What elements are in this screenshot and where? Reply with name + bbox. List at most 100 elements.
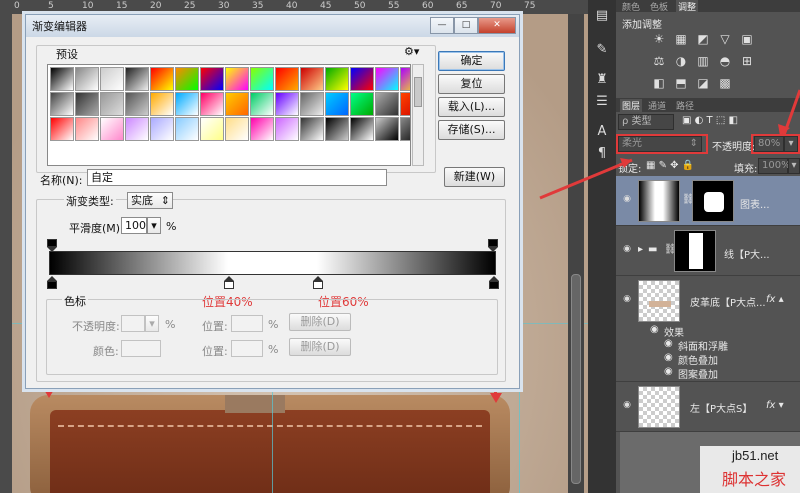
preset-swatches[interactable] bbox=[47, 64, 411, 166]
preset-swatch[interactable] bbox=[325, 117, 349, 141]
eye-icon[interactable]: ◉ bbox=[620, 244, 634, 258]
tab-swatches[interactable]: 色板 bbox=[650, 0, 668, 13]
preset-swatch[interactable] bbox=[275, 67, 299, 91]
maximize-button[interactable]: □ bbox=[454, 17, 478, 34]
effect-item[interactable]: 斜面和浮雕 bbox=[678, 338, 728, 353]
effect-item[interactable]: 图案叠加 bbox=[678, 366, 718, 381]
name-field[interactable]: 自定 bbox=[87, 169, 387, 186]
preset-swatch[interactable] bbox=[175, 92, 199, 116]
preset-swatch[interactable] bbox=[325, 92, 349, 116]
preset-swatch[interactable] bbox=[325, 67, 349, 91]
layer-row[interactable]: ◉ 皮革底【P大点... fx ▴ ◉ 效果 ◉ 斜面和浮雕 ◉ 颜色叠加 ◉ … bbox=[616, 276, 800, 382]
eye-icon[interactable]: ◉ bbox=[620, 400, 634, 414]
color-swatch[interactable] bbox=[121, 340, 161, 357]
preset-swatch[interactable] bbox=[400, 117, 410, 141]
preset-swatch[interactable] bbox=[50, 67, 74, 91]
preset-swatch[interactable] bbox=[250, 67, 274, 91]
color-location-field[interactable] bbox=[231, 340, 263, 357]
preset-swatch[interactable] bbox=[350, 117, 374, 141]
preset-swatch[interactable] bbox=[275, 117, 299, 141]
preset-swatch[interactable] bbox=[125, 117, 149, 141]
preset-swatch[interactable] bbox=[300, 92, 324, 116]
presets-scroll-thumb[interactable] bbox=[414, 77, 422, 107]
preset-swatch[interactable] bbox=[75, 92, 99, 116]
layer-row[interactable]: ◉ 左【P大点S】 fx ▾ bbox=[616, 382, 800, 432]
eye-icon[interactable]: ◉ bbox=[664, 338, 673, 349]
delete-color-stop-button[interactable]: 删除(D) bbox=[289, 338, 351, 356]
fx-icon[interactable]: fx ▾ bbox=[766, 400, 784, 411]
adjustment-icon[interactable]: ☀ bbox=[652, 32, 666, 46]
preset-swatch[interactable] bbox=[225, 67, 249, 91]
preset-swatch[interactable] bbox=[250, 92, 274, 116]
preset-swatch[interactable] bbox=[200, 67, 224, 91]
save-button[interactable]: 存储(S)... bbox=[438, 120, 505, 140]
eye-icon[interactable]: ◉ bbox=[664, 366, 673, 377]
opacity-dropdown[interactable]: ▾ bbox=[145, 315, 159, 332]
eye-icon[interactable]: ◉ bbox=[664, 352, 673, 363]
history-icon[interactable]: ▤ bbox=[592, 6, 612, 26]
delete-opacity-stop-button[interactable]: 删除(D) bbox=[289, 313, 351, 331]
layer-row[interactable]: ◉ ▸ ▬ ⛓ 线【P大... bbox=[616, 226, 800, 276]
ok-button[interactable]: 确定 bbox=[438, 51, 505, 71]
preset-swatch[interactable] bbox=[100, 92, 124, 116]
preset-swatch[interactable] bbox=[75, 67, 99, 91]
preset-swatch[interactable] bbox=[75, 117, 99, 141]
load-button[interactable]: 载入(L)... bbox=[438, 97, 505, 117]
minimize-button[interactable]: — bbox=[430, 17, 454, 34]
opacity-field[interactable] bbox=[121, 315, 145, 332]
adjustment-icon[interactable]: ◩ bbox=[696, 32, 710, 46]
preset-swatch[interactable] bbox=[225, 92, 249, 116]
preset-swatch[interactable] bbox=[100, 67, 124, 91]
preset-swatch[interactable] bbox=[300, 67, 324, 91]
eye-icon[interactable]: ◉ bbox=[620, 294, 634, 308]
color-stop-0[interactable] bbox=[47, 276, 57, 289]
preset-swatch[interactable] bbox=[200, 117, 224, 141]
fx-icon[interactable]: fx ▴ bbox=[766, 294, 784, 305]
preset-swatch[interactable] bbox=[50, 92, 74, 116]
color-stop-40[interactable] bbox=[224, 276, 234, 289]
preset-swatch[interactable] bbox=[400, 92, 410, 116]
adjustment-icon[interactable]: ▣ bbox=[740, 32, 754, 46]
preset-swatch[interactable] bbox=[175, 67, 199, 91]
preset-swatch[interactable] bbox=[125, 67, 149, 91]
brush-icon[interactable]: ✎ bbox=[592, 40, 612, 60]
color-stop-60[interactable] bbox=[313, 276, 323, 289]
tab-color[interactable]: 颜色 bbox=[622, 0, 640, 13]
preset-swatch[interactable] bbox=[200, 92, 224, 116]
new-button[interactable]: 新建(W) bbox=[444, 167, 505, 187]
gear-icon[interactable]: ⚙▾ bbox=[404, 45, 419, 58]
preset-swatch[interactable] bbox=[225, 117, 249, 141]
preset-swatch[interactable] bbox=[375, 117, 399, 141]
preset-swatch[interactable] bbox=[150, 67, 174, 91]
gradient-type-select[interactable]: 实底 ⇕ bbox=[127, 192, 173, 209]
preset-swatch[interactable] bbox=[300, 117, 324, 141]
adjustment-icon[interactable]: ▽ bbox=[718, 32, 732, 46]
effect-item[interactable]: 颜色叠加 bbox=[678, 352, 718, 367]
preset-swatch[interactable] bbox=[375, 92, 399, 116]
preset-swatch[interactable] bbox=[250, 117, 274, 141]
presets-scrollbar[interactable] bbox=[412, 64, 424, 166]
preset-swatch[interactable] bbox=[400, 67, 410, 91]
preset-swatch[interactable] bbox=[275, 92, 299, 116]
preset-swatch[interactable] bbox=[125, 92, 149, 116]
tab-adjustments[interactable]: 调整 bbox=[676, 0, 699, 13]
preset-swatch[interactable] bbox=[50, 117, 74, 141]
preset-swatch[interactable] bbox=[350, 92, 374, 116]
preset-swatch[interactable] bbox=[100, 117, 124, 141]
reset-button[interactable]: 复位 bbox=[438, 74, 505, 94]
smoothness-field[interactable]: 100 bbox=[121, 217, 147, 234]
preset-swatch[interactable] bbox=[150, 117, 174, 141]
expand-arrow-icon[interactable]: ▸ bbox=[638, 244, 643, 255]
gradient-preview-bar[interactable] bbox=[49, 251, 496, 275]
preset-swatch[interactable] bbox=[150, 92, 174, 116]
eye-icon[interactable]: ◉ bbox=[650, 324, 659, 335]
preset-swatch[interactable] bbox=[350, 67, 374, 91]
adjustment-icon[interactable]: ▦ bbox=[674, 32, 688, 46]
preset-swatch[interactable] bbox=[175, 117, 199, 141]
smoothness-dropdown[interactable]: ▾ bbox=[147, 217, 161, 234]
scrollbar-thumb[interactable] bbox=[571, 274, 581, 484]
close-button[interactable]: ✕ bbox=[478, 17, 516, 34]
color-stop-100[interactable] bbox=[489, 276, 499, 289]
preset-swatch[interactable] bbox=[375, 67, 399, 91]
location-field[interactable] bbox=[231, 315, 263, 332]
